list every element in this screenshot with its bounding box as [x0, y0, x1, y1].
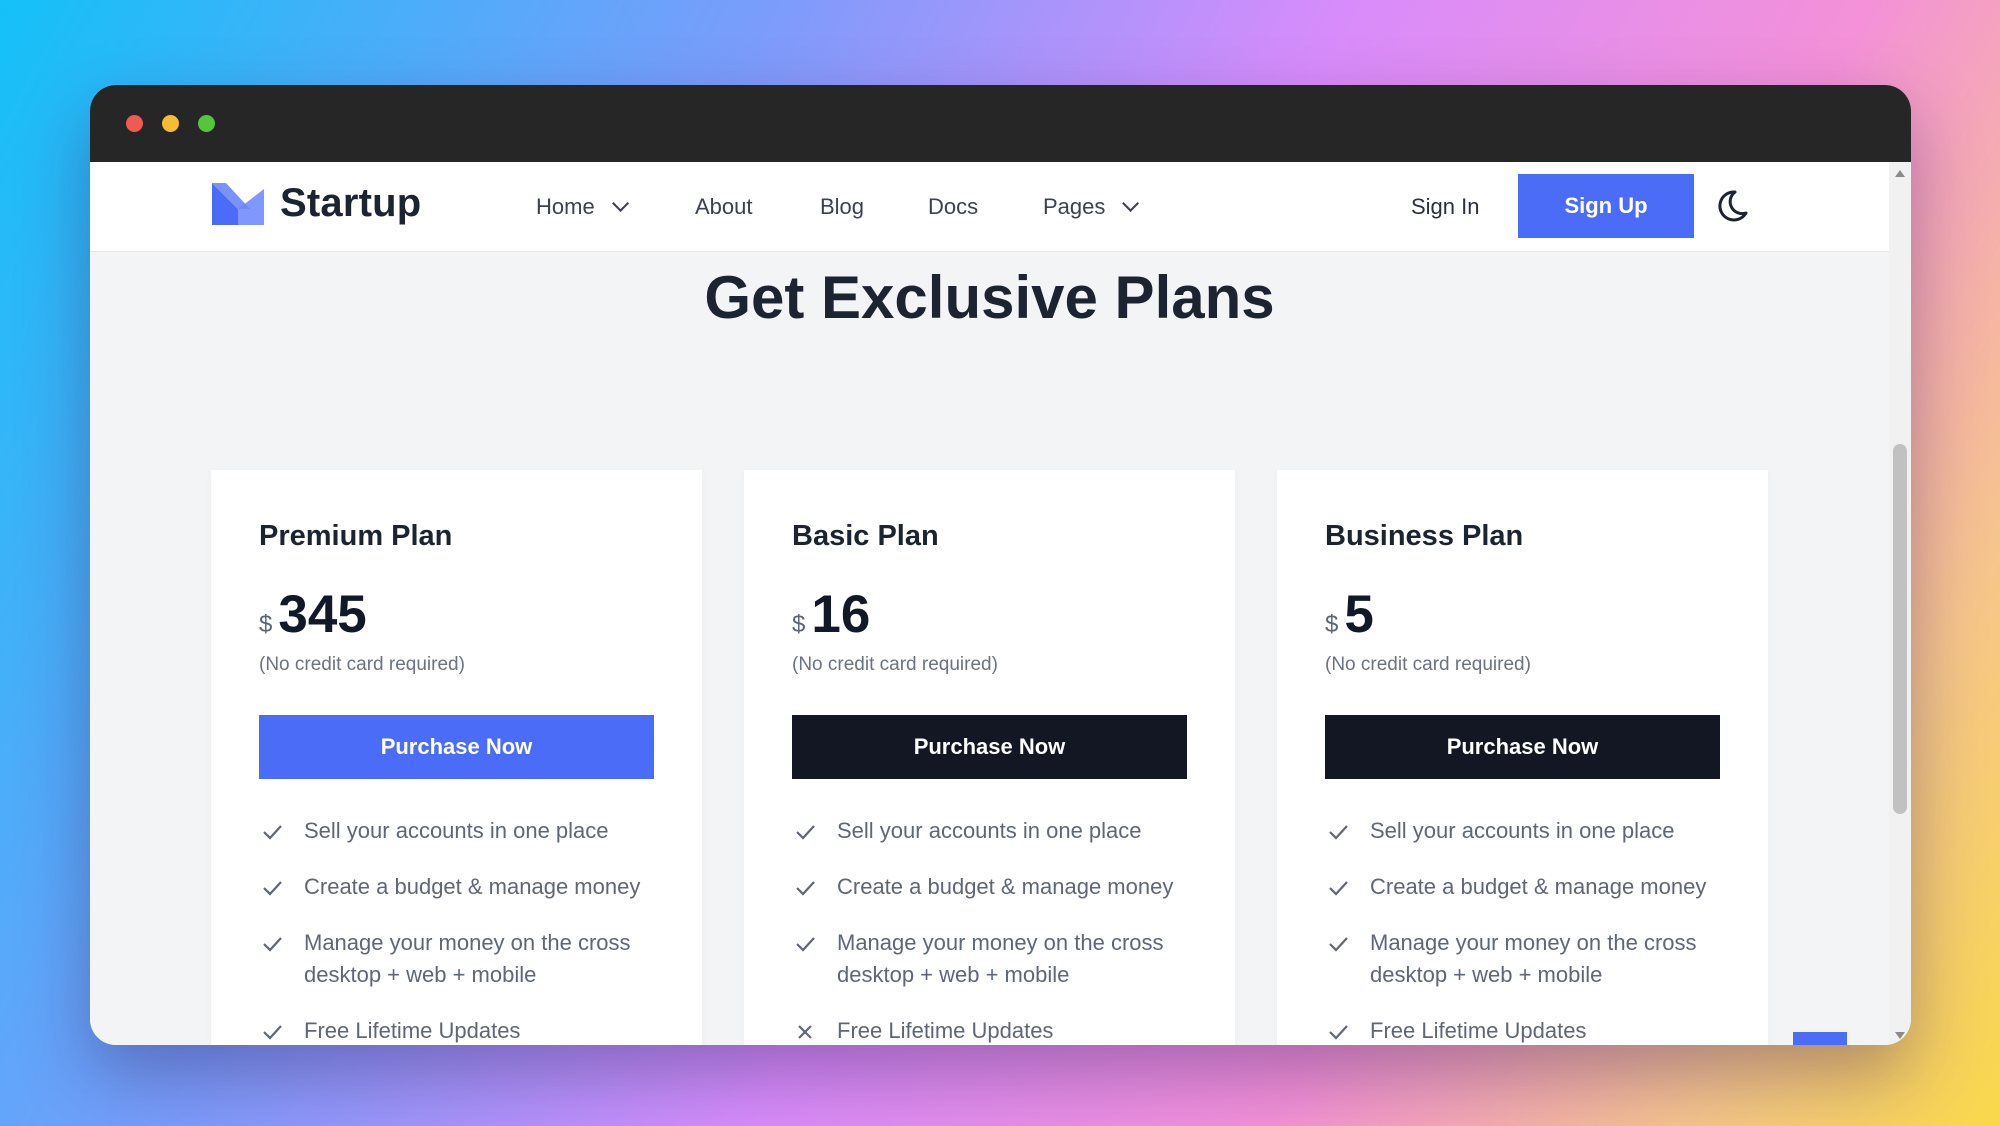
sign-in-link[interactable]: Sign In: [1411, 194, 1480, 220]
pricing-card-premium: Premium Plan $ 345 (No credit card requi…: [211, 470, 702, 1045]
pricing-card-business: Business Plan $ 5 (No credit card requir…: [1277, 470, 1768, 1045]
purchase-button[interactable]: Purchase Now: [1325, 715, 1720, 779]
page-viewport: Startup Home About Blog Docs Pages Sign …: [90, 162, 1889, 1045]
feature-item: Manage your money on the cross desktop +…: [792, 927, 1192, 991]
feature-list: Sell your accounts in one place Create a…: [259, 815, 659, 1045]
brand-name: Startup: [280, 181, 422, 225]
plan-name: Basic Plan: [792, 520, 939, 552]
feature-list: Sell your accounts in one place Create a…: [792, 815, 1192, 1045]
nav-item-pages[interactable]: Pages: [1043, 194, 1140, 220]
plan-name: Business Plan: [1325, 520, 1524, 552]
check-icon: [263, 881, 282, 896]
feature-text: Sell your accounts in one place: [1370, 818, 1675, 843]
currency-symbol: $: [259, 611, 273, 638]
logo-icon: [212, 182, 264, 225]
chevron-down-icon: [1122, 194, 1140, 212]
browser-window: Startup Home About Blog Docs Pages Sign …: [90, 85, 1911, 1045]
plan-price: $ 16: [792, 584, 870, 645]
sign-up-button[interactable]: Sign Up: [1518, 174, 1694, 238]
check-icon: [263, 937, 282, 952]
price-amount: 345: [278, 585, 367, 644]
nav-item-label: Pages: [1043, 194, 1106, 219]
window-titlebar: [90, 85, 1911, 162]
price-amount: 16: [811, 585, 871, 644]
feature-item: Create a budget & manage money: [792, 871, 1192, 903]
feature-item: Sell your accounts in one place: [259, 815, 659, 847]
minimize-window-button[interactable]: [162, 115, 179, 132]
cross-icon: [798, 1025, 812, 1039]
nav-item-docs[interactable]: Docs: [928, 194, 978, 220]
moon-icon: [1718, 190, 1748, 222]
plan-note: (No credit card required): [1325, 654, 1531, 675]
feature-text: Free Lifetime Updates: [304, 1018, 521, 1043]
feature-item: Free Lifetime Updates: [1325, 1015, 1725, 1045]
feature-item: Create a budget & manage money: [1325, 871, 1725, 903]
nav-item-home[interactable]: Home: [536, 194, 629, 220]
feature-item: Manage your money on the cross desktop +…: [259, 927, 659, 991]
price-amount: 5: [1344, 585, 1374, 644]
maximize-window-button[interactable]: [198, 115, 215, 132]
feature-text: Sell your accounts in one place: [304, 818, 609, 843]
feature-text: Sell your accounts in one place: [837, 818, 1142, 843]
feature-item: Free Lifetime Updates: [259, 1015, 659, 1045]
currency-symbol: $: [1325, 611, 1339, 638]
check-icon: [796, 825, 815, 840]
check-icon: [1329, 881, 1348, 896]
nav-item-blog[interactable]: Blog: [820, 194, 864, 220]
scrollbar-thumb[interactable]: [1893, 444, 1907, 814]
feature-text: Create a budget & manage money: [837, 874, 1174, 899]
check-icon: [796, 937, 815, 952]
brand-logo[interactable]: Startup: [212, 181, 421, 226]
section-title: Get Exclusive Plans: [704, 264, 1275, 331]
plan-name: Premium Plan: [259, 520, 453, 552]
scroll-down-arrow-icon[interactable]: [1895, 1032, 1905, 1039]
plan-price: $ 345: [259, 584, 367, 645]
nav-item-label: Docs: [928, 194, 979, 219]
close-window-button[interactable]: [126, 115, 143, 132]
check-icon: [263, 1025, 282, 1040]
vertical-scrollbar[interactable]: [1889, 162, 1911, 1045]
plan-note: (No credit card required): [259, 654, 465, 675]
feature-item: Create a budget & manage money: [259, 871, 659, 903]
feature-text: Free Lifetime Updates: [1370, 1018, 1587, 1043]
purchase-button[interactable]: Purchase Now: [259, 715, 654, 779]
feature-item: Sell your accounts in one place: [1325, 815, 1725, 847]
check-icon: [1329, 825, 1348, 840]
feature-text: Create a budget & manage money: [1370, 874, 1707, 899]
feature-text: Manage your money on the cross desktop +…: [304, 930, 631, 987]
feature-text: Manage your money on the cross desktop +…: [837, 930, 1164, 987]
feature-item: Sell your accounts in one place: [792, 815, 1192, 847]
chevron-down-icon: [611, 194, 629, 212]
navbar: Startup Home About Blog Docs Pages Sign …: [90, 162, 1889, 252]
nav-item-label: Blog: [820, 194, 865, 219]
back-to-top-button[interactable]: [1793, 1032, 1847, 1045]
feature-text: Free Lifetime Updates: [837, 1018, 1054, 1043]
feature-item: Free Lifetime Updates: [792, 1015, 1192, 1045]
feature-item: Manage your money on the cross desktop +…: [1325, 927, 1725, 991]
check-icon: [1329, 1025, 1348, 1040]
feature-text: Create a budget & manage money: [304, 874, 641, 899]
nav-item-about[interactable]: About: [695, 194, 753, 220]
feature-list: Sell your accounts in one place Create a…: [1325, 815, 1725, 1045]
nav-item-label: About: [695, 194, 753, 219]
plan-note: (No credit card required): [792, 654, 998, 675]
currency-symbol: $: [792, 611, 806, 638]
purchase-button[interactable]: Purchase Now: [792, 715, 1187, 779]
nav-item-label: Home: [536, 194, 595, 219]
check-icon: [263, 825, 282, 840]
pricing-card-basic: Basic Plan $ 16 (No credit card required…: [744, 470, 1235, 1045]
scroll-up-arrow-icon[interactable]: [1895, 170, 1905, 177]
theme-toggle-button[interactable]: [1712, 186, 1752, 226]
plan-price: $ 5: [1325, 584, 1374, 645]
feature-text: Manage your money on the cross desktop +…: [1370, 930, 1697, 987]
check-icon: [796, 881, 815, 896]
check-icon: [1329, 937, 1348, 952]
